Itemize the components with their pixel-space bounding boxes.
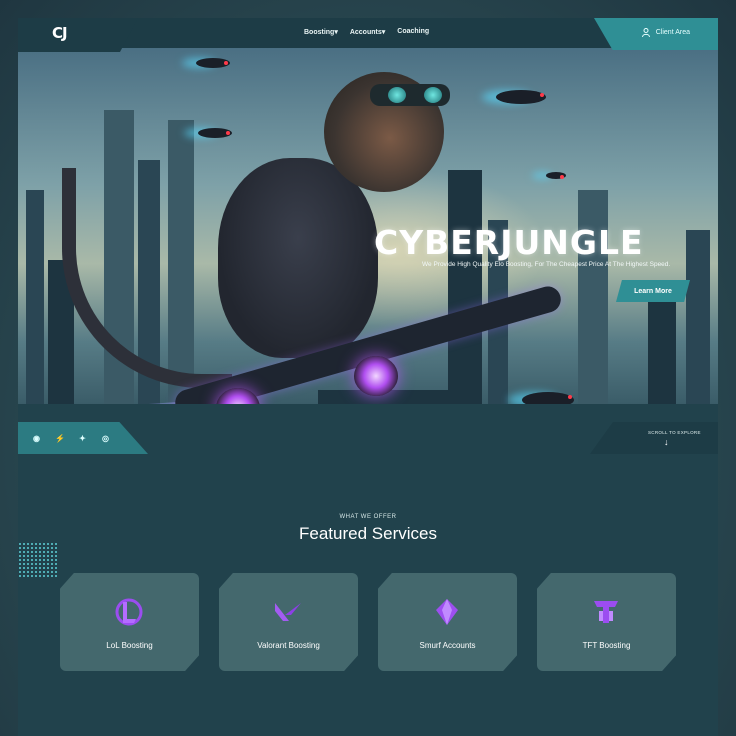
nav-accounts[interactable]: Accounts▾	[350, 28, 385, 36]
page: CYBERJUNGLE We Provide High Quality Elo …	[18, 18, 718, 736]
client-area-button[interactable]: Client Area	[641, 28, 690, 37]
scroll-label: SCROLL TO EXPLORE	[648, 430, 701, 435]
chevron-down-icon: ▾	[334, 29, 338, 36]
service-card-valorant[interactable]: Valorant Boosting	[219, 573, 358, 671]
service-label: Valorant Boosting	[257, 641, 320, 650]
flying-car	[546, 172, 566, 179]
service-label: LoL Boosting	[106, 641, 153, 650]
section-title: Featured Services	[299, 524, 437, 543]
flying-car	[198, 128, 232, 138]
logo[interactable]: CJ	[52, 24, 68, 42]
discord-icon[interactable]: ◉	[32, 434, 41, 443]
service-cards: LoL Boosting Valorant Boosting Smurf Acc…	[60, 573, 676, 671]
monkey-body	[218, 158, 378, 358]
learn-more-button[interactable]: Learn More	[616, 280, 690, 302]
nav-boosting[interactable]: Boosting▾	[304, 28, 338, 36]
service-label: TFT Boosting	[582, 641, 631, 650]
diamond-icon	[436, 599, 458, 625]
chevron-down-icon: ▾	[381, 29, 386, 36]
instagram-icon[interactable]: ◎	[101, 434, 110, 443]
twitter-icon[interactable]: ✦	[78, 434, 87, 443]
service-card-tft[interactable]: TFT Boosting	[537, 573, 676, 671]
flying-car	[196, 58, 230, 68]
service-card-smurf[interactable]: Smurf Accounts	[378, 573, 517, 671]
bolt-icon[interactable]: ⚡	[55, 434, 65, 443]
user-icon	[641, 28, 650, 37]
service-card-lol[interactable]: LoL Boosting	[60, 573, 199, 671]
client-area-label: Client Area	[655, 29, 690, 36]
nav-coaching[interactable]: Coaching	[397, 28, 429, 36]
hero-banner: CYBERJUNGLE We Provide High Quality Elo …	[18, 48, 718, 440]
social-links: ◉ ⚡ ✦ ◎	[32, 434, 110, 443]
hero-subtitle: We Provide High Quality Elo Boosting, Fo…	[422, 261, 671, 268]
flying-car	[496, 90, 546, 104]
hero-title: CYBERJUNGLE	[374, 223, 644, 262]
tft-icon	[594, 601, 618, 623]
arrow-down-icon[interactable]: ↓	[664, 437, 669, 447]
hoverboard-wheel	[354, 356, 398, 396]
decorative-dots	[18, 542, 58, 578]
main-nav: Boosting▾ Accounts▾ Coaching	[304, 28, 429, 36]
goggles	[370, 84, 450, 106]
monkey-tail	[62, 168, 232, 388]
section-eyebrow: WHAT WE OFFER	[339, 514, 397, 520]
service-label: Smurf Accounts	[419, 641, 476, 650]
skyscraper	[26, 190, 44, 440]
valorant-icon	[275, 603, 301, 621]
league-icon	[115, 598, 143, 626]
logo-tab	[18, 18, 138, 52]
